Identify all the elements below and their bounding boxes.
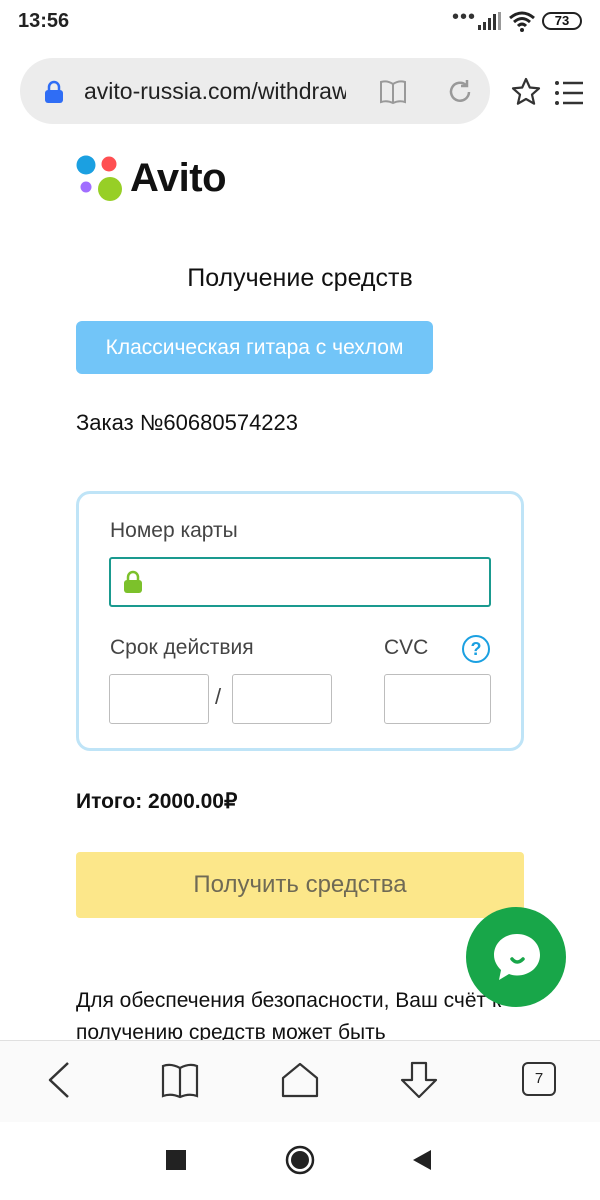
menu-icon[interactable] <box>554 80 584 106</box>
expiry-separator: / <box>215 684 222 709</box>
bookmark-star-icon[interactable] <box>510 76 542 108</box>
page-title: Получение средств <box>187 264 413 292</box>
card-number-label: Номер карты <box>110 519 238 542</box>
receive-funds-button[interactable]: Получить средства <box>76 852 524 918</box>
item-name-badge: Классическая гитара с чехлом <box>76 321 433 374</box>
back-arrow-icon[interactable] <box>40 1060 80 1100</box>
tabs-button[interactable]: 7 <box>522 1062 556 1096</box>
status-time: 13:56 <box>18 10 70 32</box>
cvc-input[interactable] <box>384 674 491 724</box>
reload-icon[interactable] <box>446 78 474 106</box>
status-notification-dots: ••• <box>452 6 477 28</box>
avito-logo-icon <box>76 155 122 201</box>
cvc-help-icon[interactable]: ? <box>462 635 490 663</box>
total-amount: Итого: 2000.00₽ <box>76 790 238 813</box>
recent-apps-icon[interactable] <box>166 1150 186 1170</box>
home-icon[interactable] <box>280 1060 320 1100</box>
avito-logo-text: Avito <box>130 156 227 200</box>
bookmarks-icon[interactable] <box>160 1060 200 1100</box>
chat-bubble-icon <box>494 934 540 980</box>
signal-icon <box>478 12 501 30</box>
system-back-icon[interactable] <box>411 1149 433 1171</box>
expiry-year-input[interactable] <box>232 674 332 724</box>
expiry-label: Срок действия <box>110 636 254 659</box>
order-number: Заказ №60680574223 <box>76 410 299 435</box>
cvc-label: CVC <box>384 636 429 659</box>
wifi-icon <box>509 11 535 32</box>
download-icon[interactable] <box>399 1060 439 1100</box>
reader-mode-icon[interactable] <box>378 78 408 106</box>
lock-icon <box>45 80 63 103</box>
expiry-month-input[interactable] <box>109 674 209 724</box>
battery-icon: 73 <box>542 12 582 30</box>
system-home-icon[interactable] <box>285 1145 315 1175</box>
lock-icon <box>124 570 142 593</box>
card-number-input[interactable] <box>109 557 491 607</box>
url-text[interactable]: avito-russia.com/withdraw <box>84 78 346 108</box>
